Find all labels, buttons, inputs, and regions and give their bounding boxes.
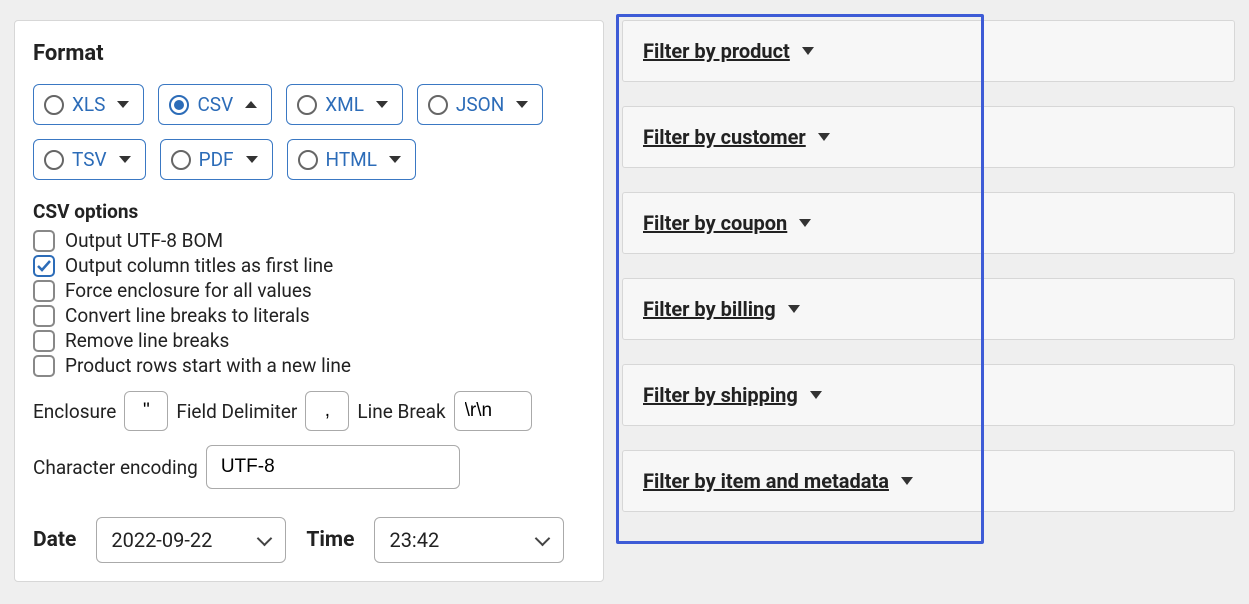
filter-by-product[interactable]: Filter by product	[622, 20, 1235, 82]
checkbox-icon	[33, 330, 55, 352]
caret-down-icon	[376, 101, 388, 108]
format-label: HTML	[326, 148, 377, 171]
filter-label: Filter by billing	[643, 297, 776, 321]
filter-label: Filter by customer	[643, 125, 806, 149]
date-value: 2022-09-22	[111, 528, 212, 552]
format-tsv-button[interactable]: TSV	[33, 139, 146, 180]
check-utf8-bom[interactable]: Output UTF-8 BOM	[33, 229, 585, 252]
format-label: PDF	[199, 148, 234, 171]
filter-by-customer[interactable]: Filter by customer	[622, 106, 1235, 168]
caret-down-icon	[389, 156, 401, 163]
filter-link: Filter by billing	[643, 297, 800, 321]
date-select[interactable]: 2022-09-22	[96, 517, 286, 563]
filter-by-item-metadata[interactable]: Filter by item and metadata	[622, 450, 1235, 512]
format-label: TSV	[72, 148, 107, 171]
time-value: 23:42	[389, 528, 439, 552]
datetime-row: Date 2022-09-22 Time 23:42	[33, 517, 585, 563]
caret-down-icon	[788, 305, 800, 313]
filters-panel: Filter by product Filter by customer Fil…	[622, 0, 1235, 582]
caret-down-icon	[246, 156, 258, 163]
format-label: JSON	[456, 93, 504, 116]
csv-options-title: CSV options	[33, 200, 585, 223]
check-label: Remove line breaks	[65, 329, 229, 352]
date-label: Date	[33, 528, 76, 552]
encoding-input[interactable]	[206, 445, 460, 489]
caret-down-icon	[516, 101, 528, 108]
radio-icon	[428, 95, 448, 115]
check-force-enclosure[interactable]: Force enclosure for all values	[33, 279, 585, 302]
encoding-row: Character encoding	[33, 445, 585, 489]
encoding-label: Character encoding	[33, 456, 198, 479]
filter-label: Filter by item and metadata	[643, 469, 889, 493]
format-html-button[interactable]: HTML	[287, 139, 416, 180]
caret-down-icon	[117, 101, 129, 108]
check-label: Output UTF-8 BOM	[65, 229, 223, 252]
filter-link: Filter by item and metadata	[643, 469, 913, 493]
enclosure-input[interactable]	[124, 391, 168, 431]
checkbox-icon	[33, 305, 55, 327]
filter-label: Filter by coupon	[643, 211, 787, 235]
filter-link: Filter by customer	[643, 125, 830, 149]
radio-icon	[44, 95, 64, 115]
filter-by-coupon[interactable]: Filter by coupon	[622, 192, 1235, 254]
radio-icon	[171, 150, 191, 170]
check-label: Force enclosure for all values	[65, 279, 312, 302]
enclosure-label: Enclosure	[33, 400, 116, 423]
caret-down-icon	[810, 391, 822, 399]
format-xml-button[interactable]: XML	[286, 84, 403, 125]
check-label: Convert line breaks to literals	[65, 304, 310, 327]
format-pdf-button[interactable]: PDF	[160, 139, 273, 180]
check-product-rows-newline[interactable]: Product rows start with a new line	[33, 354, 585, 377]
caret-down-icon	[802, 47, 814, 55]
format-options-row: XLS CSV XML JSON TSV	[33, 84, 585, 180]
check-remove-linebreaks[interactable]: Remove line breaks	[33, 329, 585, 352]
filter-label: Filter by shipping	[643, 383, 798, 407]
checkbox-icon	[33, 230, 55, 252]
format-json-button[interactable]: JSON	[417, 84, 543, 125]
delimiter-label: Field Delimiter	[176, 400, 297, 423]
filter-by-billing[interactable]: Filter by billing	[622, 278, 1235, 340]
linebreak-input[interactable]	[454, 391, 532, 431]
format-title: Format	[33, 41, 585, 66]
radio-icon	[169, 95, 189, 115]
format-label: CSV	[197, 93, 233, 116]
filter-label: Filter by product	[643, 39, 790, 63]
checkbox-icon	[33, 355, 55, 377]
caret-down-icon	[119, 156, 131, 163]
chevron-down-icon	[257, 533, 271, 547]
delimiter-row: Enclosure Field Delimiter Line Break	[33, 391, 585, 431]
check-label: Product rows start with a new line	[65, 354, 351, 377]
format-csv-button[interactable]: CSV	[158, 84, 272, 125]
radio-icon	[44, 150, 64, 170]
radio-icon	[298, 150, 318, 170]
caret-down-icon	[799, 219, 811, 227]
checkbox-icon	[33, 255, 55, 277]
caret-up-icon	[245, 101, 257, 108]
format-label: XML	[325, 93, 364, 116]
chevron-down-icon	[535, 533, 549, 547]
filter-link: Filter by coupon	[643, 211, 811, 235]
check-label: Output column titles as first line	[65, 254, 333, 277]
time-select[interactable]: 23:42	[374, 517, 564, 563]
format-label: XLS	[72, 93, 105, 116]
filter-by-shipping[interactable]: Filter by shipping	[622, 364, 1235, 426]
caret-down-icon	[818, 133, 830, 141]
linebreak-label: Line Break	[357, 400, 445, 423]
check-convert-linebreaks[interactable]: Convert line breaks to literals	[33, 304, 585, 327]
checkbox-icon	[33, 280, 55, 302]
filter-link: Filter by shipping	[643, 383, 822, 407]
filter-link: Filter by product	[643, 39, 814, 63]
format-xls-button[interactable]: XLS	[33, 84, 144, 125]
format-panel: Format XLS CSV XML JSON	[14, 20, 604, 582]
caret-down-icon	[901, 477, 913, 485]
time-label: Time	[306, 528, 354, 552]
check-column-titles[interactable]: Output column titles as first line	[33, 254, 585, 277]
delimiter-input[interactable]	[305, 391, 349, 431]
radio-icon	[297, 95, 317, 115]
